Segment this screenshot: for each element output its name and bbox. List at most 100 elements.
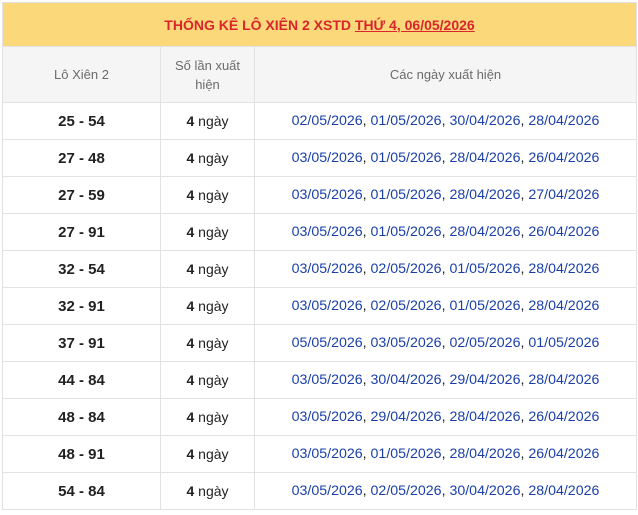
date-link[interactable]: 01/05/2026 xyxy=(371,187,442,203)
date-link[interactable]: 02/05/2026 xyxy=(371,261,442,277)
date-link[interactable]: 01/05/2026 xyxy=(371,446,442,462)
pair-cell: 32 - 91 xyxy=(2,287,161,325)
date-link[interactable]: 28/04/2026 xyxy=(528,261,599,277)
title-date-link[interactable]: THỨ 4, 06/05/2026 xyxy=(355,17,475,33)
date-link[interactable]: 01/05/2026 xyxy=(371,150,442,166)
date-separator: , xyxy=(362,446,371,462)
date-link[interactable]: 26/04/2026 xyxy=(528,409,599,425)
count-cell: 4 ngày xyxy=(160,472,255,510)
date-link[interactable]: 28/04/2026 xyxy=(528,113,599,129)
date-separator: , xyxy=(362,335,371,351)
date-link[interactable]: 01/05/2026 xyxy=(371,224,442,240)
dates-cell: 03/05/2026, 02/05/2026, 01/05/2026, 28/0… xyxy=(253,250,638,288)
dates-cell: 03/05/2026, 02/05/2026, 30/04/2026, 28/0… xyxy=(253,472,638,510)
count-cell: 4 ngày xyxy=(160,361,255,399)
count-cell: 4 ngày xyxy=(160,176,255,214)
count-cell: 4 ngày xyxy=(160,435,255,473)
count-unit: ngày xyxy=(198,113,229,129)
date-link[interactable]: 28/04/2026 xyxy=(528,298,599,314)
count-cell: 4 ngày xyxy=(160,287,255,325)
count-cell: 4 ngày xyxy=(160,213,255,251)
date-separator: , xyxy=(362,113,371,129)
date-link[interactable]: 01/05/2026 xyxy=(528,335,599,351)
date-separator: , xyxy=(362,187,371,203)
date-link[interactable]: 30/04/2026 xyxy=(449,483,520,499)
header-pair: Lô Xiên 2 xyxy=(2,46,161,103)
table-row: 27 - 91 4 ngày 03/05/2026, 01/05/2026, 28/… xyxy=(2,213,638,251)
date-separator: , xyxy=(362,150,371,166)
date-link[interactable]: 29/04/2026 xyxy=(449,372,520,388)
date-link[interactable]: 03/05/2026 xyxy=(292,298,363,314)
date-link[interactable]: 30/04/2026 xyxy=(371,372,442,388)
date-link[interactable]: 03/05/2026 xyxy=(371,335,442,351)
pair-cell: 32 - 54 xyxy=(2,250,161,288)
pair-cell: 48 - 84 xyxy=(2,398,161,436)
count-value: 4 xyxy=(186,187,195,203)
date-link[interactable]: 28/04/2026 xyxy=(449,150,520,166)
date-link[interactable]: 28/04/2026 xyxy=(449,446,520,462)
count-value: 4 xyxy=(186,409,195,425)
table-row: 27 - 48 4 ngày 03/05/2026, 01/05/2026, 28/… xyxy=(2,139,638,177)
count-unit: ngày xyxy=(198,150,229,166)
date-link[interactable]: 28/04/2026 xyxy=(528,483,599,499)
dates-cell: 03/05/2026, 30/04/2026, 29/04/2026, 28/0… xyxy=(253,361,638,399)
date-link[interactable]: 03/05/2026 xyxy=(292,224,363,240)
table-title: THỐNG KÊ LÔ XIÊN 2 XSTD THỨ 4, 06/05/202… xyxy=(1,2,638,47)
pair-cell: 25 - 54 xyxy=(2,102,161,140)
date-link[interactable]: 01/05/2026 xyxy=(449,261,520,277)
date-link[interactable]: 29/04/2026 xyxy=(371,409,442,425)
date-link[interactable]: 27/04/2026 xyxy=(528,187,599,203)
date-link[interactable]: 03/05/2026 xyxy=(292,446,363,462)
count-unit: ngày xyxy=(198,409,229,425)
dates-cell: 03/05/2026, 01/05/2026, 28/04/2026, 26/0… xyxy=(253,435,638,473)
date-link[interactable]: 26/04/2026 xyxy=(528,150,599,166)
pair-cell: 54 - 84 xyxy=(2,472,161,510)
count-unit: ngày xyxy=(198,335,229,351)
count-value: 4 xyxy=(186,298,195,314)
title-text: THỐNG KÊ LÔ XIÊN 2 XSTD xyxy=(164,16,351,33)
date-link[interactable]: 02/05/2026 xyxy=(371,483,442,499)
count-unit: ngày xyxy=(198,224,229,240)
date-separator: , xyxy=(362,261,371,277)
date-link[interactable]: 02/05/2026 xyxy=(449,335,520,351)
table-row: 48 - 91 4 ngày 03/05/2026, 01/05/2026, 28/… xyxy=(2,435,638,473)
dates-cell: 03/05/2026, 01/05/2026, 28/04/2026, 27/0… xyxy=(253,176,638,214)
dates-cell: 03/05/2026, 01/05/2026, 28/04/2026, 26/0… xyxy=(253,213,638,251)
date-link[interactable]: 03/05/2026 xyxy=(292,261,363,277)
table-row: 25 - 54 4 ngày 02/05/2026, 01/05/2026, 30/… xyxy=(2,102,638,140)
date-link[interactable]: 03/05/2026 xyxy=(292,409,363,425)
count-value: 4 xyxy=(186,261,195,277)
date-separator: , xyxy=(362,372,371,388)
date-link[interactable]: 03/05/2026 xyxy=(292,372,363,388)
date-link[interactable]: 28/04/2026 xyxy=(449,409,520,425)
date-link[interactable]: 28/04/2026 xyxy=(449,224,520,240)
date-link[interactable]: 05/05/2026 xyxy=(292,335,363,351)
pair-cell: 27 - 91 xyxy=(2,213,161,251)
table-row: 54 - 84 4 ngày 03/05/2026, 02/05/2026, 30/… xyxy=(2,472,638,510)
date-link[interactable]: 03/05/2026 xyxy=(292,483,363,499)
title-row: THỐNG KÊ LÔ XIÊN 2 XSTD THỨ 4, 06/05/202… xyxy=(1,2,638,47)
date-link[interactable]: 28/04/2026 xyxy=(449,187,520,203)
count-unit: ngày xyxy=(198,187,229,203)
date-link[interactable]: 03/05/2026 xyxy=(292,150,363,166)
date-link[interactable]: 26/04/2026 xyxy=(528,446,599,462)
date-link[interactable]: 28/04/2026 xyxy=(528,372,599,388)
table-row: 27 - 59 4 ngày 03/05/2026, 01/05/2026, 28/… xyxy=(2,176,638,214)
date-separator: , xyxy=(362,483,371,499)
table-row: 32 - 54 4 ngày 03/05/2026, 02/05/2026, 01/… xyxy=(2,250,638,288)
date-link[interactable]: 03/05/2026 xyxy=(292,187,363,203)
date-link[interactable]: 01/05/2026 xyxy=(371,113,442,129)
count-unit: ngày xyxy=(198,298,229,314)
date-link[interactable]: 26/04/2026 xyxy=(528,224,599,240)
pair-cell: 44 - 84 xyxy=(2,361,161,399)
count-value: 4 xyxy=(186,224,195,240)
header-dates: Các ngày xuất hiện xyxy=(253,46,638,103)
date-separator: , xyxy=(362,224,371,240)
date-link[interactable]: 01/05/2026 xyxy=(449,298,520,314)
header-row: Lô Xiên 2 Số lần xuất hiện Các ngày xuất… xyxy=(2,46,638,103)
count-cell: 4 ngày xyxy=(160,398,255,436)
date-link[interactable]: 02/05/2026 xyxy=(371,298,442,314)
date-link[interactable]: 30/04/2026 xyxy=(449,113,520,129)
count-cell: 4 ngày xyxy=(160,250,255,288)
date-link[interactable]: 02/05/2026 xyxy=(292,113,363,129)
